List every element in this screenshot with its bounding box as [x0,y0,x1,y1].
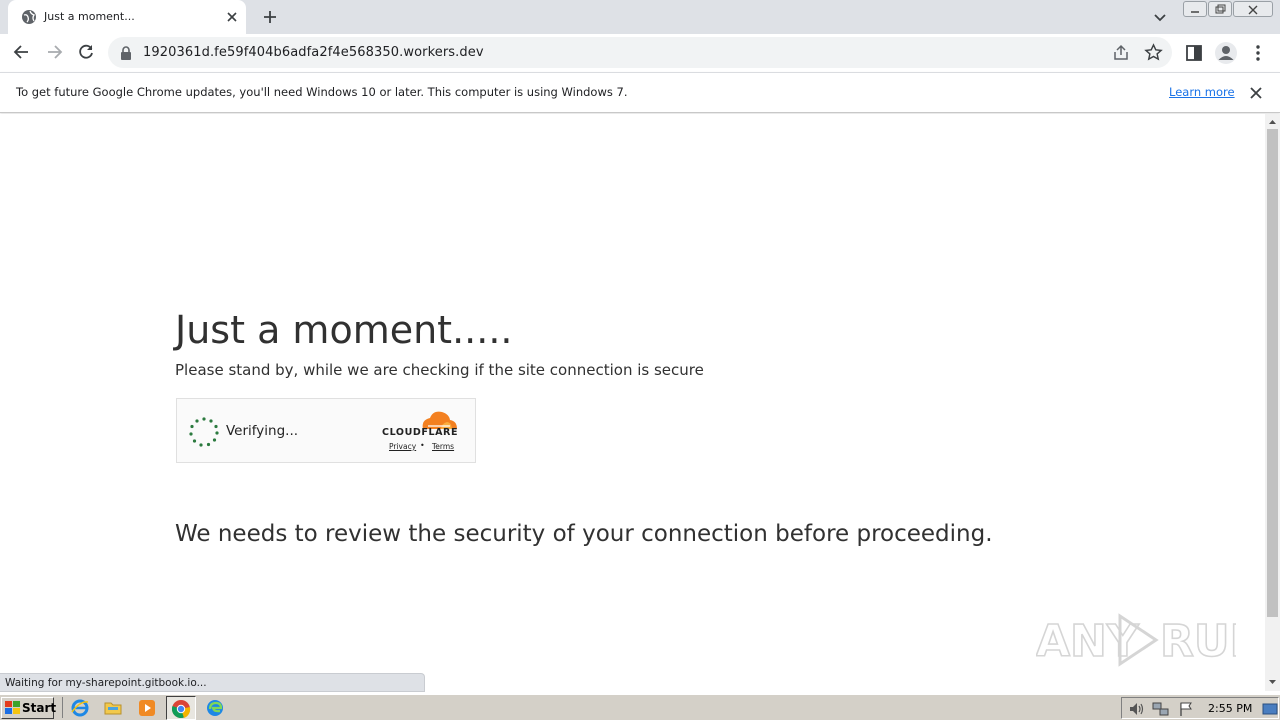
active-tab[interactable]: Just a moment... [8,0,246,34]
restore-button[interactable] [1208,1,1232,17]
browser-toolbar: 1920361d.fe59f404b6adfa2f4e568350.worker… [0,34,1280,72]
status-text: Waiting for my-sharepoint.gitbook.io... [5,677,207,689]
terms-link[interactable]: Terms [432,442,454,451]
scroll-thumb[interactable] [1267,129,1278,617]
update-infobar: To get future Google Chrome updates, you… [0,72,1280,113]
windows-taskbar: Start 2:55 PM [0,694,1280,720]
scroll-up-arrow-icon[interactable] [1265,116,1280,128]
verifying-label: Verifying... [226,423,299,439]
volume-icon[interactable] [1128,701,1146,717]
profile-avatar-icon[interactable] [1214,41,1238,65]
back-icon[interactable] [12,42,32,62]
learn-more-link[interactable]: Learn more [1169,85,1235,99]
close-infobar-icon[interactable] [1248,85,1264,101]
cloudflare-brand: CLOUDFLARE [382,427,459,438]
internet-explorer-icon[interactable] [70,698,90,718]
svg-text:RUN: RUN [1160,616,1236,667]
address-bar[interactable]: 1920361d.fe59f404b6adfa2f4e568350.worker… [108,37,1172,68]
chevron-down-icon[interactable] [1152,9,1168,25]
page-subtext: Please stand by, while we are checking i… [175,361,704,379]
file-explorer-icon[interactable] [103,698,123,718]
forward-icon[interactable] [44,42,64,62]
edge-icon[interactable] [205,698,225,718]
review-message: We needs to review the security of your … [175,521,993,547]
network-icon[interactable] [1152,701,1170,717]
taskbar-divider [62,697,63,718]
globe-icon [22,10,36,24]
clock: 2:55 PM [1208,702,1253,715]
page-content: Just a moment..... Please stand by, whil… [0,114,1265,691]
infobar-message: To get future Google Chrome updates, you… [16,85,628,99]
system-tray: 2:55 PM [1121,697,1279,719]
close-tab-icon[interactable] [224,9,240,25]
start-button[interactable]: Start [1,697,57,719]
page-heading: Just a moment..... [175,308,513,352]
spinner-icon [189,417,219,447]
minimize-button[interactable] [1183,1,1207,17]
cloudflare-challenge-widget[interactable]: Verifying... CLOUDFLARE Privacy • Terms [176,398,476,463]
side-panel-icon[interactable] [1184,43,1204,63]
vertical-scrollbar[interactable] [1265,114,1280,691]
close-window-icon [1248,5,1258,15]
status-bubble: Waiting for my-sharepoint.gitbook.io... [0,673,425,692]
chrome-icon [171,700,191,719]
bookmark-star-icon[interactable] [1144,43,1163,62]
new-tab-icon[interactable] [260,7,280,27]
anyrun-watermark-logo: ANY RUN [1036,613,1236,668]
minimize-icon [1191,11,1199,13]
tab-title: Just a moment... [44,10,135,23]
link-separator: • [420,441,425,450]
reload-icon[interactable] [76,42,96,62]
privacy-link[interactable]: Privacy [389,442,416,451]
windows-logo-icon [5,701,20,714]
media-player-icon[interactable] [137,698,157,718]
start-label: Start [22,701,57,715]
share-icon[interactable] [1112,44,1130,62]
tab-strip: Just a moment... [0,0,1280,34]
more-menu-icon[interactable] [1248,43,1268,63]
show-desktop-icon[interactable] [1262,701,1278,717]
lock-icon[interactable] [120,46,132,60]
url-text[interactable]: 1920361d.fe59f404b6adfa2f4e568350.worker… [143,45,484,60]
action-center-flag-icon[interactable] [1178,701,1194,717]
chrome-taskbar-button[interactable] [166,696,196,720]
restore-icon [1215,4,1226,14]
scroll-down-arrow-icon[interactable] [1265,676,1280,688]
window-close-button[interactable] [1233,1,1273,17]
